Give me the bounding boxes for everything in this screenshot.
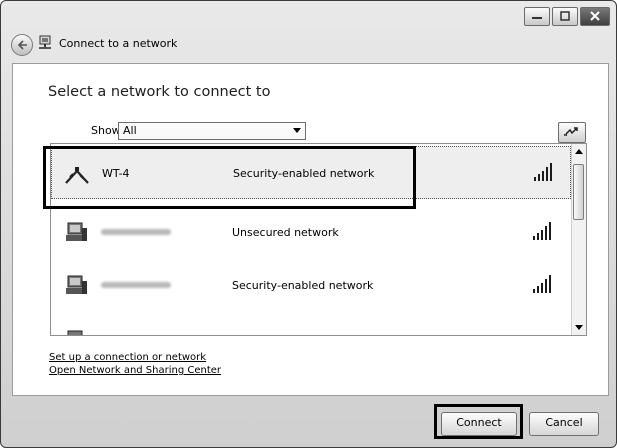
refresh-icon xyxy=(564,127,578,136)
signal-strength-icon xyxy=(533,273,557,293)
close-button[interactable] xyxy=(580,7,610,26)
network-ssid-redacted xyxy=(101,229,171,235)
connect-button[interactable]: Connect xyxy=(441,412,517,436)
scroll-down-icon[interactable] xyxy=(575,325,583,330)
connect-network-window: Connect to a network Select a network to… xyxy=(0,0,617,448)
signal-strength-icon xyxy=(534,161,558,181)
window-controls xyxy=(522,7,610,26)
network-row-partial[interactable] xyxy=(51,314,571,335)
signal-strength-icon xyxy=(533,328,557,335)
wireless-icon xyxy=(65,167,89,184)
title-bar: Connect to a network xyxy=(1,1,616,61)
network-row[interactable]: Unsecured network xyxy=(51,206,571,259)
show-filter-select[interactable]: All xyxy=(118,122,306,140)
refresh-button[interactable] xyxy=(558,122,586,143)
scroll-up-icon[interactable] xyxy=(575,149,583,154)
computer-network-icon xyxy=(66,275,87,294)
vertical-scrollbar[interactable] xyxy=(571,144,586,335)
network-security: Security-enabled network xyxy=(233,167,375,180)
minimize-button[interactable] xyxy=(524,7,550,26)
cancel-button[interactable]: Cancel xyxy=(529,412,599,436)
network-ssid: WT-4 xyxy=(102,167,130,180)
back-button[interactable] xyxy=(11,34,33,56)
setup-connection-link[interactable]: Set up a connection or network xyxy=(49,352,206,363)
content-panel: Select a network to connect to Show All xyxy=(12,63,609,396)
signal-strength-icon xyxy=(533,220,557,240)
page-heading: Select a network to connect to xyxy=(48,84,271,100)
close-icon xyxy=(590,11,600,21)
network-security: Security-enabled network xyxy=(232,279,374,292)
computer-network-icon xyxy=(66,222,87,241)
network-icon xyxy=(39,35,51,49)
back-arrow-icon xyxy=(17,40,27,50)
maximize-button[interactable] xyxy=(552,7,578,26)
network-security: Unsecured network xyxy=(232,226,339,239)
computer-network-icon xyxy=(67,330,83,335)
network-row[interactable]: Security-enabled network xyxy=(51,259,571,312)
show-filter-value: All xyxy=(123,124,137,137)
network-sharing-center-link[interactable]: Open Network and Sharing Center xyxy=(49,365,221,376)
network-row[interactable]: WT-4 Security-enabled network xyxy=(51,146,571,199)
scroll-thumb[interactable] xyxy=(573,164,584,220)
show-label: Show xyxy=(91,124,121,137)
chevron-down-icon xyxy=(293,128,301,133)
maximize-icon xyxy=(560,11,570,21)
network-ssid-redacted xyxy=(101,282,171,288)
network-list: WT-4 Security-enabled network Unsecured … xyxy=(50,143,587,336)
window-title: Connect to a network xyxy=(59,37,178,50)
minimize-icon xyxy=(532,17,542,19)
